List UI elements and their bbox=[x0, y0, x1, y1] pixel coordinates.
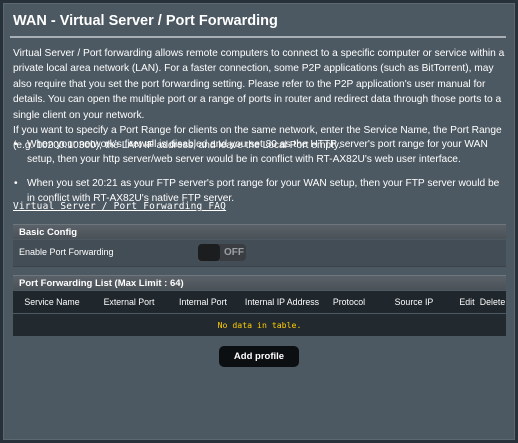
note-item: • When your network's firewall is disabl… bbox=[13, 137, 508, 168]
basic-config-header: Basic Config bbox=[13, 224, 506, 239]
note-text: When your network's firewall is disabled… bbox=[27, 139, 488, 166]
faq-link[interactable]: Virtual Server / Port Forwarding FAQ bbox=[13, 201, 226, 212]
page-title: WAN - Virtual Server / Port Forwarding bbox=[13, 13, 278, 29]
column-service-name: Service Name bbox=[24, 297, 80, 307]
port-forwarding-toggle[interactable]: OFF bbox=[198, 244, 246, 261]
column-protocol: Protocol bbox=[332, 297, 366, 307]
bullet-icon: • bbox=[14, 139, 18, 150]
empty-table-message: No data in table. bbox=[13, 314, 506, 336]
column-internal-port: Internal Port bbox=[179, 297, 227, 307]
enable-port-forwarding-row: Enable Port Forwarding OFF bbox=[13, 240, 506, 267]
column-delete: Delete bbox=[479, 297, 506, 307]
column-edit: Edit bbox=[459, 297, 475, 307]
column-internal-ip: Internal IP Address bbox=[244, 297, 320, 307]
toggle-state-label: OFF bbox=[224, 247, 244, 258]
column-source-ip: Source IP bbox=[394, 297, 434, 307]
notes-list: • When your network's firewall is disabl… bbox=[13, 137, 508, 207]
column-external-port: External Port bbox=[103, 297, 155, 307]
bullet-icon: • bbox=[14, 177, 18, 189]
description-paragraph-1: Virtual Server / Port forwarding allows … bbox=[13, 48, 505, 121]
add-profile-button[interactable]: Add profile bbox=[219, 346, 299, 367]
table-header-row: Service Name External Port Internal Port… bbox=[13, 291, 506, 313]
toggle-knob bbox=[198, 244, 220, 261]
port-forwarding-list-header: Port Forwarding List (Max Limit : 64) bbox=[13, 275, 506, 290]
title-divider bbox=[10, 36, 506, 38]
enable-port-forwarding-label: Enable Port Forwarding bbox=[19, 247, 114, 257]
